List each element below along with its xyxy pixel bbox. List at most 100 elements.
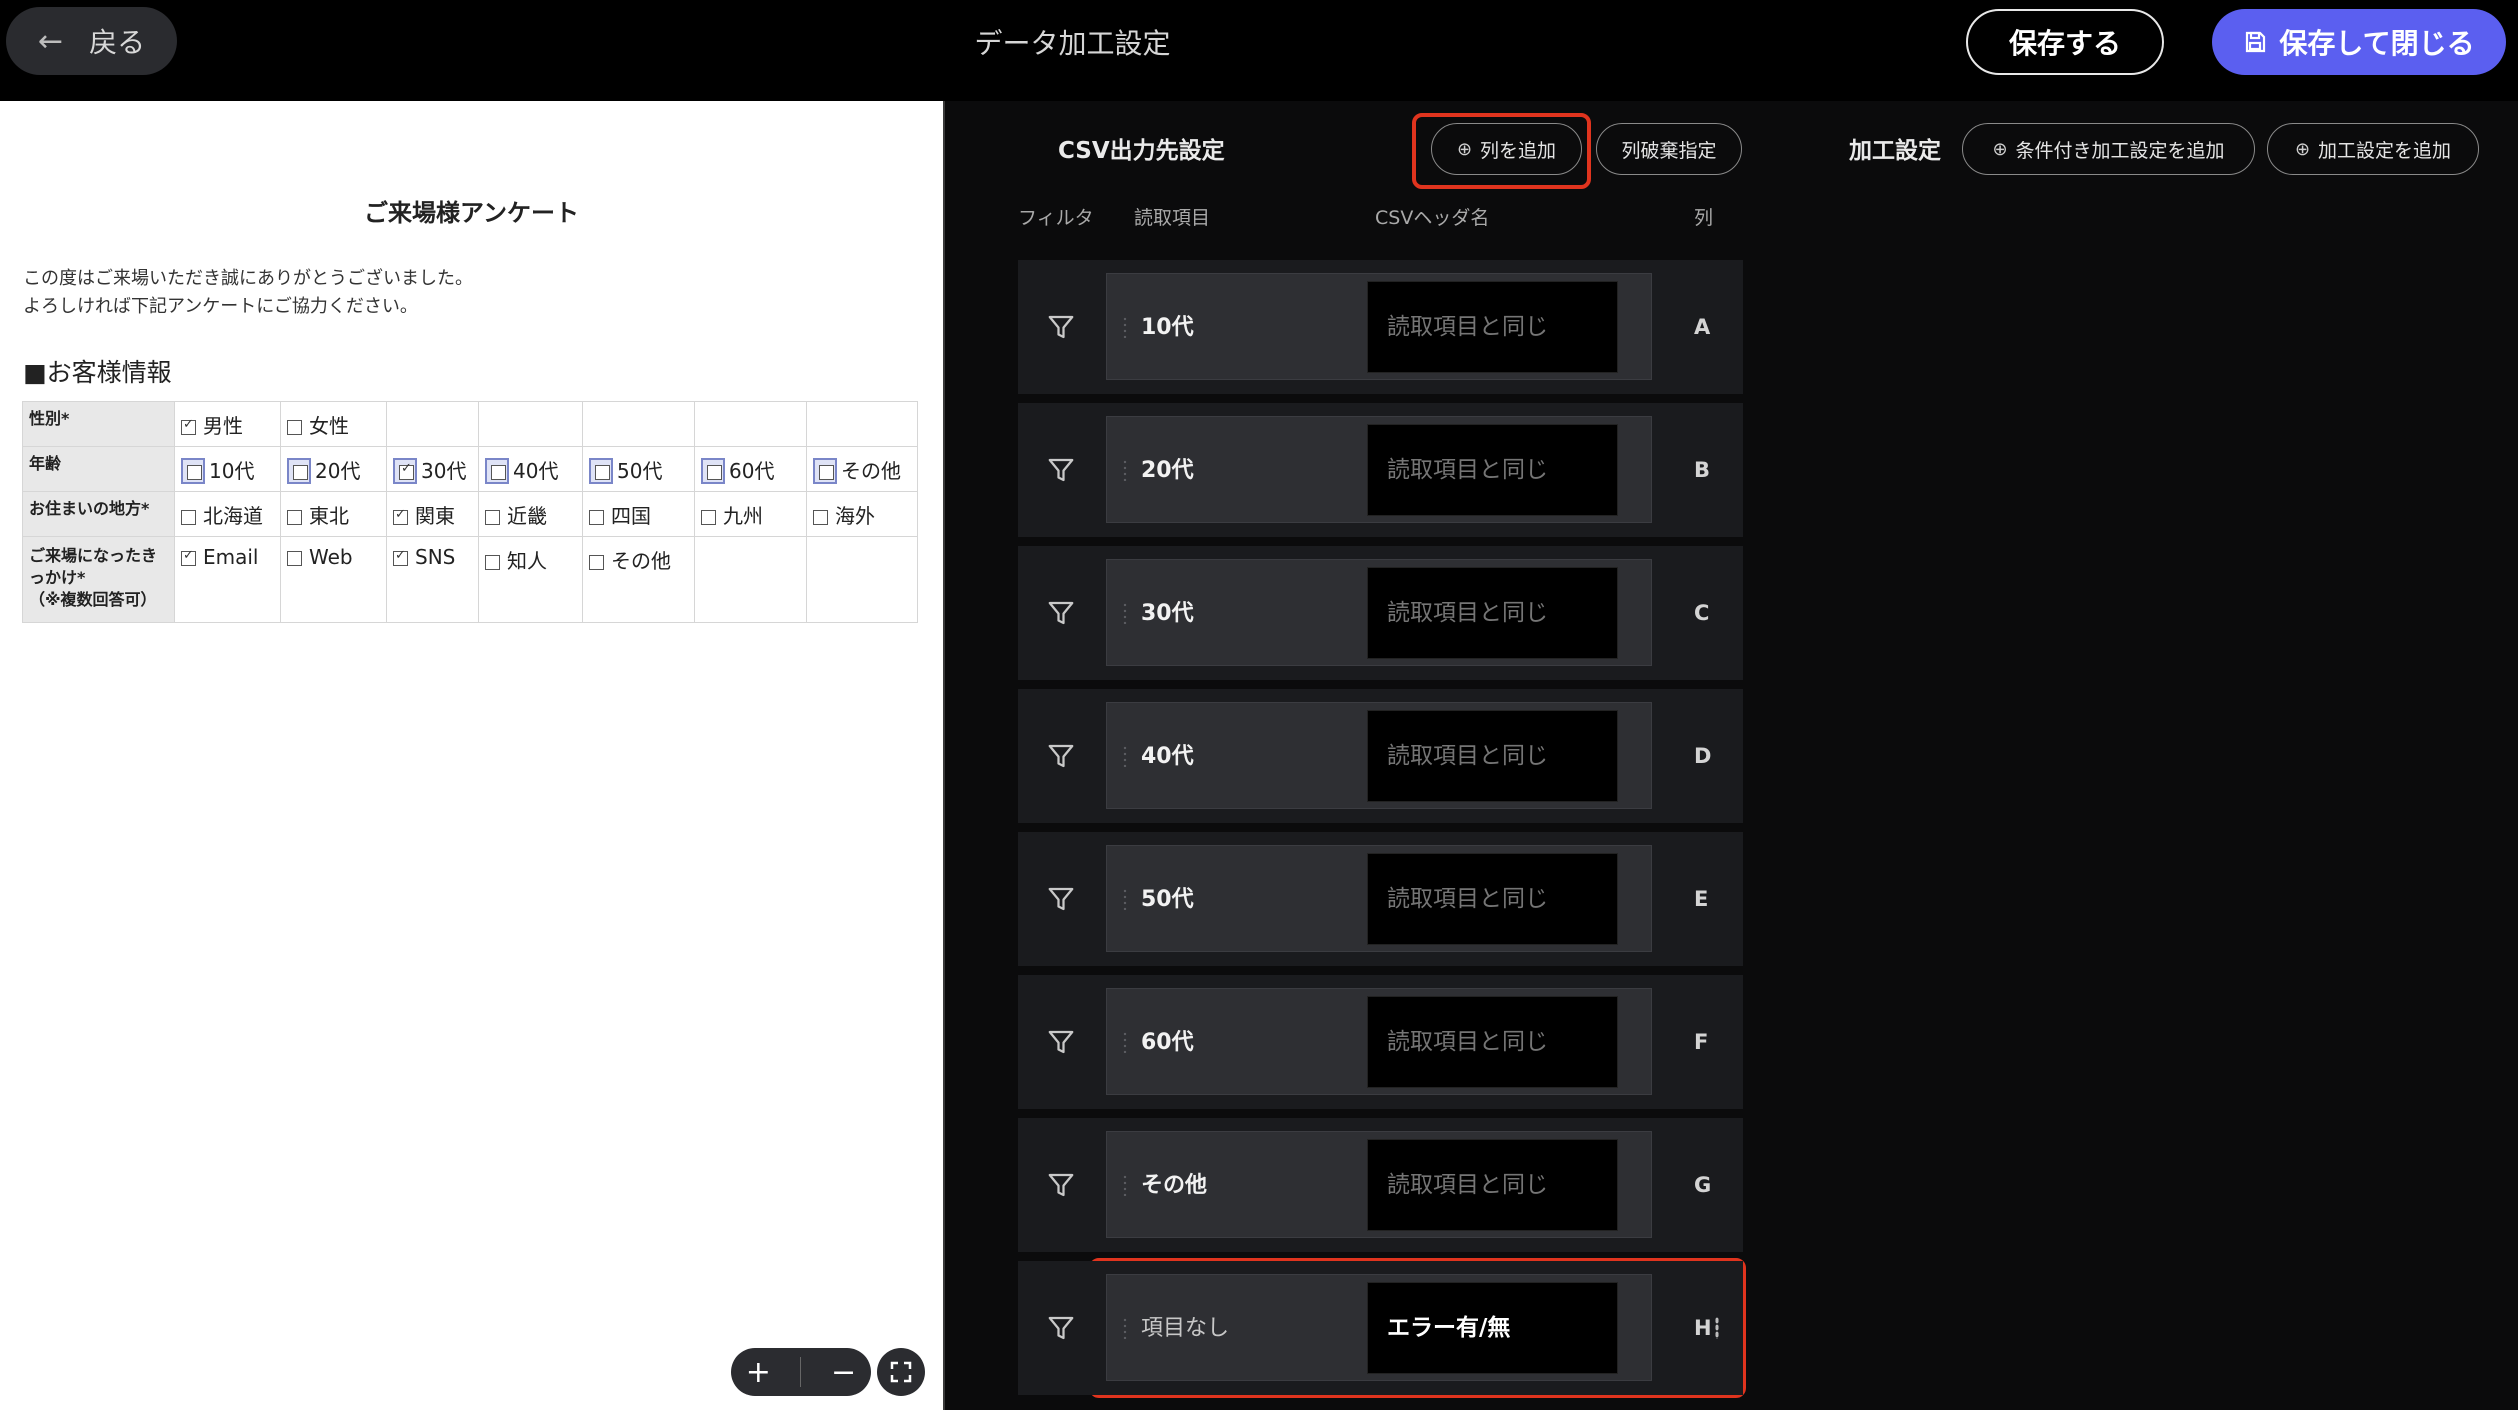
- row-label: ご来場になったき っかけ* （※複数回答可）: [22, 536, 175, 623]
- filter-funnel-icon[interactable]: [1046, 884, 1076, 914]
- option-cell[interactable]: 40代: [478, 446, 583, 492]
- add-column-button[interactable]: ⊕ 列を追加: [1431, 123, 1582, 175]
- intro-line-2: よろしければ下記アンケートにご協力ください。: [23, 296, 418, 317]
- option-label: その他: [611, 549, 671, 573]
- csv-mapping-row: 40代 D: [1018, 689, 1743, 823]
- highlighted-checkbox-icon: [701, 457, 725, 484]
- filter-funnel-icon[interactable]: [1046, 1170, 1076, 1200]
- fullscreen-icon: [890, 1361, 912, 1383]
- filter-funnel-icon[interactable]: [1046, 598, 1076, 628]
- highlighted-checkbox-icon: [181, 457, 205, 484]
- drag-handle-icon[interactable]: [1122, 459, 1128, 481]
- option-cell[interactable]: 30代: [386, 446, 479, 492]
- discard-column-button[interactable]: 列破棄指定: [1596, 123, 1742, 175]
- read-item-card[interactable]: 10代: [1106, 273, 1652, 380]
- save-and-close-label: 保存して閉じる: [2279, 27, 2475, 60]
- column-letter: F: [1694, 1030, 1709, 1054]
- option-label: 関東: [415, 503, 455, 528]
- drag-handle-icon[interactable]: [1122, 1317, 1128, 1339]
- filter-funnel-icon[interactable]: [1046, 1027, 1076, 1057]
- fit-to-screen-button[interactable]: [877, 1348, 925, 1396]
- document-intro: この度はご来場いただき誠にありがとうございました。 よろしければ下記アンケートに…: [23, 265, 473, 321]
- option-cell[interactable]: 10代: [174, 446, 281, 492]
- csv-header-input[interactable]: [1367, 1139, 1618, 1231]
- highlighted-checkbox-icon: [589, 457, 613, 484]
- page-title: データ加工設定: [974, 27, 1171, 60]
- option-label: 40代: [513, 458, 559, 483]
- filter-funnel-icon[interactable]: [1046, 1313, 1076, 1343]
- add-processing-button[interactable]: ⊕ 加工設定を追加: [2267, 123, 2479, 175]
- zoom-out-button[interactable]: −: [831, 1355, 856, 1390]
- filter-funnel-icon[interactable]: [1046, 455, 1076, 485]
- option-label: 30代: [421, 458, 467, 483]
- survey-row-trigger: ご来場になったき っかけ* （※複数回答可） Email Web SNS 知人 …: [22, 536, 918, 623]
- read-item-label: 項目なし: [1141, 1316, 1230, 1341]
- add-conditional-processing-button[interactable]: ⊕ 条件付き加工設定を追加: [1962, 123, 2255, 175]
- checkbox-checked-icon: [181, 548, 196, 566]
- checkbox-icon: [813, 509, 828, 525]
- csv-header-input[interactable]: [1367, 424, 1618, 516]
- save-and-close-button[interactable]: 保存して閉じる: [2212, 9, 2506, 75]
- option-cell: 北海道: [174, 491, 281, 537]
- read-item-card[interactable]: 40代: [1106, 702, 1652, 809]
- option-cell[interactable]: 20代: [280, 446, 387, 492]
- app-header: ← 戻る データ加工設定 保存する 保存して閉じる: [0, 0, 2518, 101]
- column-header-csv-header: CSVヘッダ名: [1375, 207, 1490, 229]
- option-label: 男性: [203, 413, 243, 438]
- checkbox-icon: [287, 419, 302, 435]
- option-label: 九州: [723, 503, 763, 528]
- add-column-label: 列を追加: [1480, 139, 1557, 162]
- drag-handle-icon[interactable]: [1122, 316, 1128, 338]
- option-label: 10代: [209, 458, 255, 483]
- option-cell[interactable]: 50代: [582, 446, 695, 492]
- empty-cell: [582, 401, 695, 447]
- read-item-card[interactable]: 50代: [1106, 845, 1652, 952]
- option-cell[interactable]: 60代: [694, 446, 807, 492]
- filter-funnel-icon[interactable]: [1046, 741, 1076, 771]
- drag-handle-icon[interactable]: [1122, 745, 1128, 767]
- read-item-card[interactable]: その他: [1106, 1131, 1652, 1238]
- option-cell: 九州: [694, 491, 807, 537]
- empty-cell: [478, 401, 583, 447]
- read-item-label: 10代: [1141, 315, 1194, 340]
- highlighted-checkbox-icon: [813, 457, 837, 484]
- survey-row-age: 年齢 10代 20代 30代 40代 50代 60代 その他: [22, 446, 918, 492]
- csv-header-input[interactable]: [1367, 710, 1618, 802]
- csv-header-input[interactable]: [1367, 281, 1618, 373]
- option-cell[interactable]: その他: [806, 446, 918, 492]
- zoom-separator: [800, 1357, 802, 1387]
- csv-mapping-row: 60代 F: [1018, 975, 1743, 1109]
- zoom-in-button[interactable]: +: [746, 1355, 771, 1390]
- save-button[interactable]: 保存する: [1966, 9, 2164, 75]
- read-item-card[interactable]: 30代: [1106, 559, 1652, 666]
- option-label: 北海道: [203, 503, 263, 528]
- checkbox-checked-icon: [393, 507, 408, 525]
- option-cell: SNS: [386, 536, 479, 623]
- csv-header-input[interactable]: [1367, 996, 1618, 1088]
- document-preview: ご来場様アンケート この度はご来場いただき誠にありがとうございました。 よろしけ…: [0, 101, 943, 1410]
- csv-mapping-row: 項目なし H: [1018, 1261, 1743, 1395]
- row-label: 年齢: [22, 446, 175, 492]
- filter-funnel-icon[interactable]: [1046, 312, 1076, 342]
- csv-header-input[interactable]: [1367, 853, 1618, 945]
- option-cell: Email: [174, 536, 281, 623]
- option-label: Email: [203, 545, 259, 569]
- empty-cell: [806, 401, 918, 447]
- csv-header-input[interactable]: [1367, 1282, 1618, 1374]
- drag-handle-icon[interactable]: [1122, 888, 1128, 910]
- column-header-filter: フィルタ: [1018, 207, 1094, 229]
- more-options-icon[interactable]: [1715, 1317, 1719, 1339]
- read-item-card[interactable]: 20代: [1106, 416, 1652, 523]
- option-cell: 東北: [280, 491, 387, 537]
- read-item-card[interactable]: 60代: [1106, 988, 1652, 1095]
- drag-handle-icon[interactable]: [1122, 602, 1128, 624]
- survey-table: 性別* 男性 女性 年齢 10代 20代 30代 40代 50代 60代 その他…: [22, 401, 918, 623]
- empty-cell: [386, 401, 479, 447]
- read-item-card[interactable]: 項目なし: [1106, 1274, 1652, 1381]
- read-item-label: 60代: [1141, 1030, 1194, 1055]
- empty-cell: [806, 536, 918, 623]
- drag-handle-icon[interactable]: [1122, 1031, 1128, 1053]
- drag-handle-icon[interactable]: [1122, 1174, 1128, 1196]
- section-heading: ■お客様情報: [23, 358, 172, 387]
- csv-header-input[interactable]: [1367, 567, 1618, 659]
